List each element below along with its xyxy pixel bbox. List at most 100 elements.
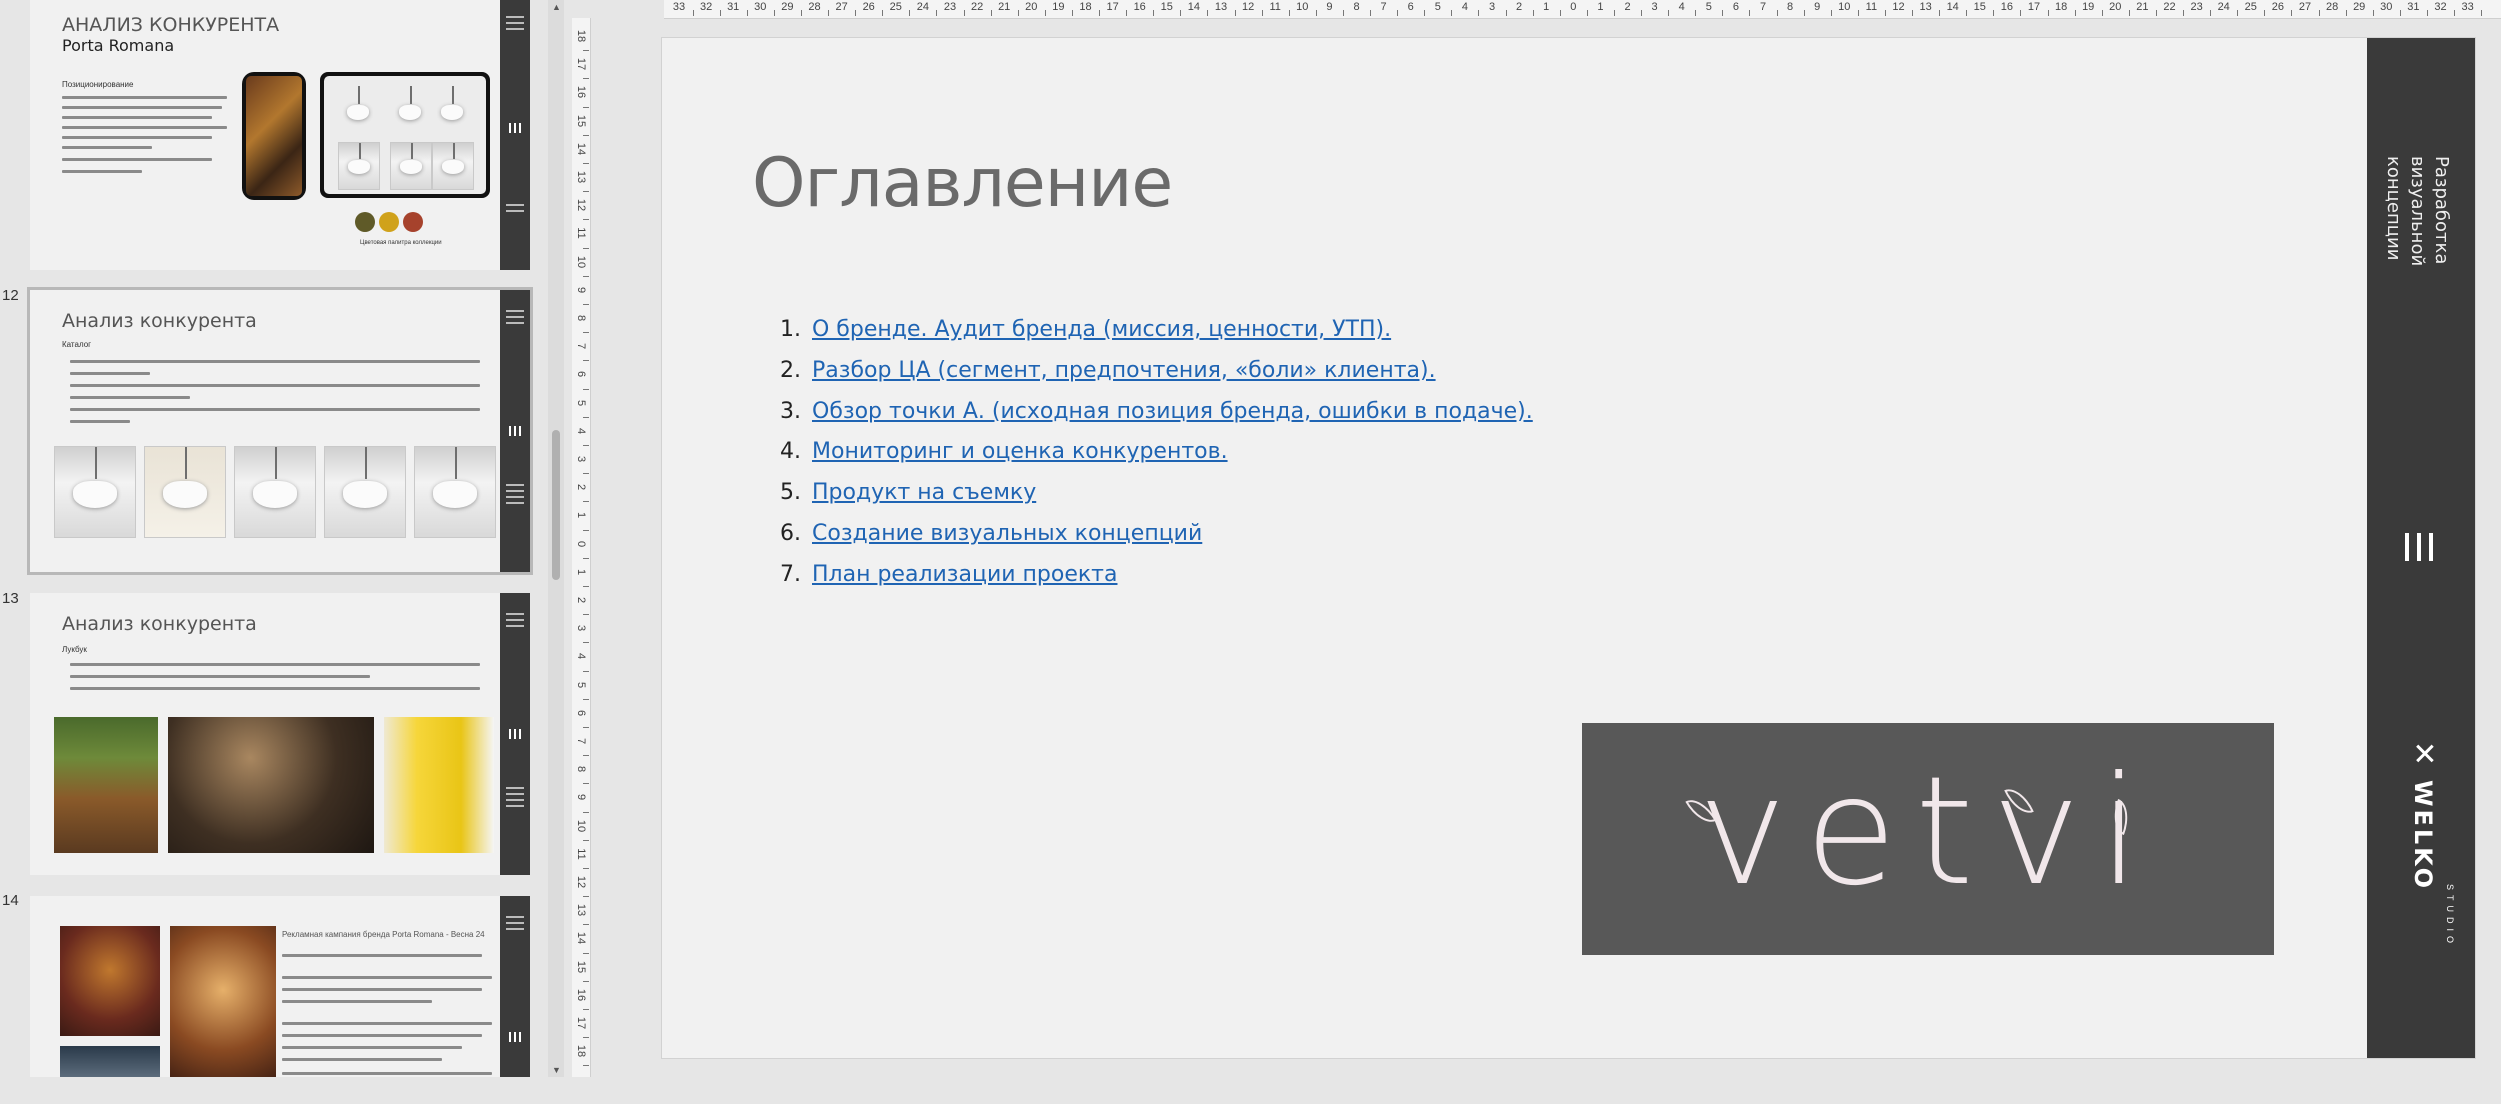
- toc-number: 5.: [780, 480, 801, 506]
- ruler-label: 3: [575, 625, 587, 632]
- thumb-label: Позиционирование: [62, 80, 134, 89]
- ruler-tick: [1505, 10, 1507, 16]
- ruler-tick: [2128, 10, 2130, 16]
- ruler-tick: [773, 10, 775, 16]
- ruler-label: 6: [575, 709, 587, 716]
- ruler-tick: [583, 388, 589, 390]
- slide-title[interactable]: Оглавление: [752, 144, 1173, 223]
- vetvi-logo-image[interactable]: vetvi: [1582, 723, 2274, 955]
- toc-link[interactable]: Создание визуальных концепций: [812, 514, 1202, 555]
- ruler-tick: [583, 247, 589, 249]
- ruler-label: 23: [2190, 1, 2203, 13]
- ruler-tick: [1641, 10, 1643, 16]
- ruler-tick: [1126, 10, 1128, 16]
- ruler-tick: [1722, 10, 1724, 16]
- toc-link[interactable]: Мониторинг и оценка конкурентов.: [812, 432, 1228, 473]
- ruler-tick: [583, 811, 589, 813]
- scroll-down-arrow-icon[interactable]: ▼: [552, 1065, 561, 1075]
- ruler-label: 2: [1624, 1, 1631, 13]
- ruler-tick: [2318, 10, 2320, 16]
- ruler-label: 2: [575, 484, 587, 491]
- lookbook-photo: [54, 717, 158, 853]
- ruler-tick: [1668, 10, 1670, 16]
- ruler-tick: [583, 106, 589, 108]
- ruler-label: 4: [1678, 1, 1685, 13]
- ruler-tick: [1993, 10, 1995, 16]
- ruler-label: 9: [575, 286, 587, 293]
- ruler-label: 15: [1973, 1, 1986, 13]
- ruler-label: 17: [575, 58, 587, 71]
- ruler-label: 4: [1461, 1, 1468, 13]
- ruler-label: 21: [2136, 1, 2149, 13]
- ruler-label: 0: [1570, 1, 1577, 13]
- toc-link[interactable]: О бренде. Аудит бренда (миссия, ценности…: [812, 310, 1391, 351]
- ruler-tick: [1207, 10, 1209, 16]
- ruler-label: 18: [575, 29, 587, 43]
- ruler-tick: [1099, 10, 1101, 16]
- slide-thumbnail-13[interactable]: Анализ конкурента Лукбук: [30, 593, 530, 875]
- toc-link[interactable]: Обзор точки А. (исходная позиция бренда,…: [812, 392, 1533, 433]
- brand-sub: STUDIO: [2445, 884, 2455, 949]
- scroll-up-arrow-icon[interactable]: ▲: [552, 2, 561, 12]
- ruler-tick: [1912, 10, 1914, 16]
- ruler-label: 20: [2109, 1, 2122, 13]
- ruler-label: 16: [2000, 1, 2014, 13]
- ruler-tick: [583, 726, 589, 728]
- ruler-label: 9: [1814, 1, 1821, 13]
- color-swatch-3: [403, 212, 423, 232]
- ruler-label: 31: [2407, 1, 2420, 13]
- toc-link[interactable]: Разбор ЦА (сегмент, предпочтения, «боли»…: [812, 351, 1436, 392]
- ruler-label: 11: [1865, 1, 1878, 13]
- ruler-tick: [583, 642, 589, 644]
- ruler-tick: [1613, 10, 1615, 16]
- campaign-photo: [60, 926, 160, 1036]
- thumbnail-scrollbar[interactable]: ▲ ▼: [548, 0, 564, 1077]
- thumb-caption: Цветовая палитра коллекции: [360, 240, 442, 246]
- ruler-tick: [1342, 10, 1344, 16]
- ruler-tick: [583, 952, 589, 954]
- toc-link[interactable]: Продукт на съемку: [812, 473, 1036, 514]
- ruler-tick: [828, 10, 830, 16]
- ruler-label: 26: [2271, 1, 2285, 13]
- ruler-label: 0: [575, 540, 587, 547]
- ruler-label: 10: [1838, 1, 1851, 13]
- ruler-tick: [1451, 10, 1453, 16]
- ruler-tick: [583, 557, 589, 559]
- ruler-tick: [2020, 10, 2022, 16]
- slide-thumbnail-12[interactable]: Анализ конкурента Каталог: [27, 287, 533, 575]
- ruler-label: 7: [575, 343, 587, 350]
- ruler-label: 15: [1160, 1, 1173, 13]
- ruler-label: 27: [835, 1, 848, 13]
- toc-link[interactable]: План реализации проекта: [812, 555, 1117, 596]
- ruler-tick: [1559, 10, 1561, 16]
- ruler-tick: [692, 10, 694, 16]
- ruler-tick: [2454, 10, 2456, 16]
- ruler-label: 18: [575, 1045, 587, 1058]
- ruler-tick: [1803, 10, 1805, 16]
- ruler-tick: [583, 473, 589, 475]
- horizontal-ruler[interactable]: 33 32 31 30 29 28 27 26 25 24 23 22 21 20 19 18 17 16 15 14…: [664, 0, 2501, 19]
- thumb-title: АНАЛИЗ КОНКУРЕНТА: [62, 14, 280, 36]
- slide-number: 12: [2, 287, 19, 304]
- ruler-tick: [583, 924, 589, 926]
- ruler-tick: [1071, 10, 1073, 16]
- ruler-label: 9: [1326, 1, 1333, 13]
- toc-number: 1.: [780, 317, 801, 342]
- toc-number: 3.: [780, 398, 801, 424]
- slide-thumbnail-14[interactable]: Рекламная кампания бренда Porta Romana -…: [30, 896, 530, 1077]
- ruler-label: 13: [575, 170, 587, 184]
- ruler-label: 18: [2054, 1, 2068, 13]
- vertical-ruler[interactable]: 18 17 16 15 14 13 12 11 10 9 8 7 6 5 4 3 2 1 0 1 2 3 4 5 6 7 8 9 10 1…: [572, 18, 591, 1077]
- ruler-tick: [2345, 10, 2347, 16]
- slide-thumbnail-11[interactable]: АНАЛИЗ КОНКУРЕНТА Porta Romana Позициони…: [30, 0, 530, 270]
- ruler-tick: [1586, 10, 1588, 16]
- slide-thumbnail-pane: АНАЛИЗ КОНКУРЕНТА Porta Romana Позициони…: [0, 0, 547, 1077]
- ruler-label: 10: [575, 819, 587, 832]
- scrollbar-thumb[interactable]: [552, 430, 560, 580]
- ruler-label: 8: [575, 314, 587, 322]
- slide-canvas[interactable]: Оглавление 1. О бренде. Аудит бренда (мис…: [662, 38, 2475, 1058]
- ruler-label: 11: [575, 848, 587, 860]
- welko-mark-icon: ✕: [2407, 740, 2441, 767]
- thumb-side-band: [500, 290, 530, 572]
- logo-wordmark: vetvi: [1697, 745, 2159, 919]
